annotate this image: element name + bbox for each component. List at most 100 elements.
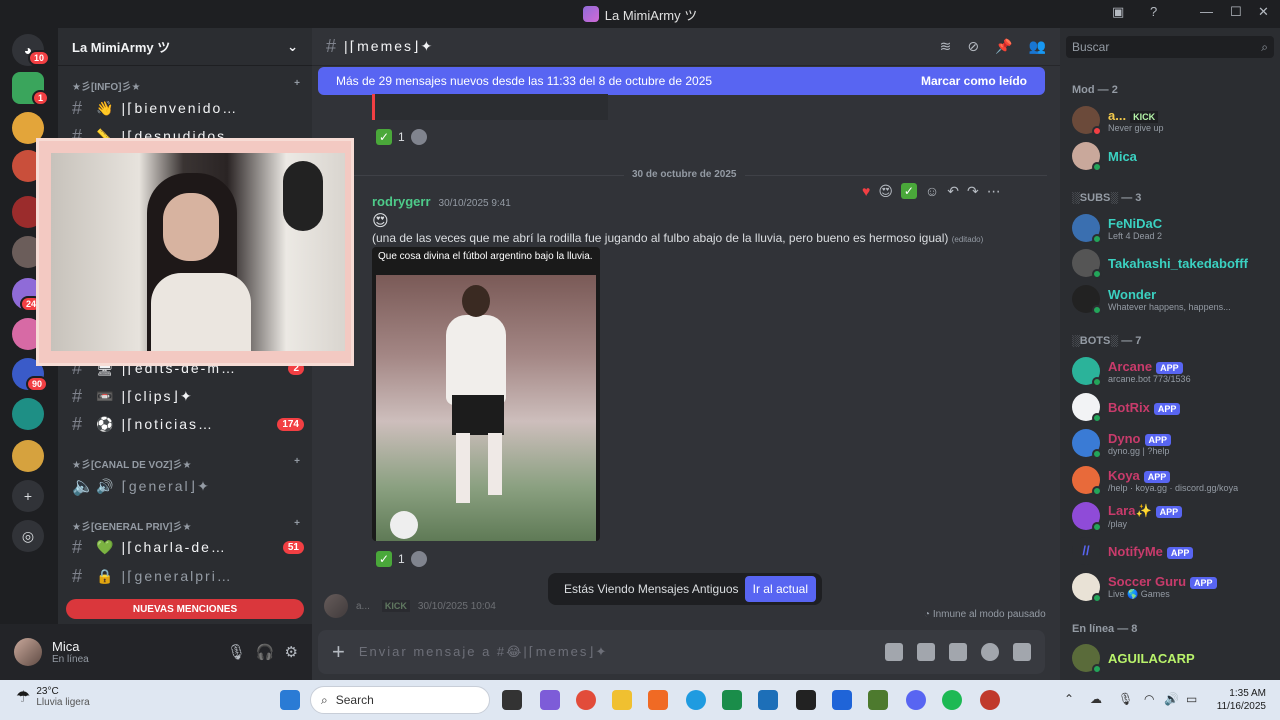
- category-priv[interactable]: ★彡[GENERAL PRIV]彡★ +: [72, 518, 300, 533]
- composer-input[interactable]: Enviar mensaje a #😂|⌈memes⌋✦: [359, 644, 609, 660]
- wifi-icon[interactable]: ◠: [1144, 692, 1154, 706]
- forward-icon[interactable]: ↷: [967, 183, 979, 200]
- search-input[interactable]: Buscar ⌕: [1066, 36, 1274, 58]
- reaction-check[interactable]: ✓ 1: [370, 126, 433, 148]
- member-item[interactable]: FeNiDaC Left 4 Dead 2: [1072, 212, 1276, 244]
- headphones-icon[interactable]: 🎧: [256, 643, 275, 661]
- unread-count: 174: [277, 417, 304, 431]
- minimize-button[interactable]: —: [1200, 4, 1213, 19]
- help-icon[interactable]: ?: [1150, 4, 1157, 19]
- message-author[interactable]: rodrygerr: [372, 194, 431, 209]
- clock[interactable]: 1:35 AM 11/16/2025: [1217, 687, 1266, 713]
- member-item[interactable]: AGUILACARP: [1072, 642, 1276, 674]
- task-view-icon[interactable]: [502, 690, 522, 710]
- member-item[interactable]: a... KICK Never give up: [1072, 104, 1276, 136]
- member-item[interactable]: Koya APP /help · koya.gg · discord.gg/koy…: [1072, 464, 1276, 496]
- reaction-check[interactable]: ✓ 1: [370, 548, 433, 570]
- microphone-icon[interactable]: 🎙: [1118, 692, 1133, 706]
- file-explorer-icon[interactable]: [612, 690, 632, 710]
- start-icon[interactable]: [280, 690, 300, 710]
- member-item[interactable]: Arcane APP arcane.bot 773/1536: [1072, 355, 1276, 387]
- inbox-icon[interactable]: ▣: [1112, 4, 1124, 20]
- member-item[interactable]: BotRix APP: [1072, 391, 1276, 423]
- battery-icon[interactable]: ▭: [1186, 692, 1197, 706]
- close-button[interactable]: ✕: [1258, 4, 1269, 20]
- emoji-reaction-button[interactable]: 😍: [878, 183, 893, 200]
- reply-icon[interactable]: ↶: [947, 183, 959, 200]
- channel-item[interactable]: # 💚 |⌈charla-de… 51: [72, 534, 304, 560]
- message-image[interactable]: Que cosa divina el fútbol argentino bajo…: [372, 247, 600, 541]
- gift-icon[interactable]: [885, 643, 903, 661]
- server-icon-9[interactable]: [12, 398, 44, 430]
- more-icon[interactable]: ⋯: [987, 183, 1001, 200]
- gif-icon[interactable]: [917, 643, 935, 661]
- member-item[interactable]: Lara✨ APP /play: [1072, 500, 1276, 532]
- volume-icon[interactable]: 🔊: [1164, 692, 1179, 706]
- member-item[interactable]: Mica: [1072, 140, 1276, 172]
- attach-plus-icon[interactable]: +: [332, 639, 345, 665]
- app-icon[interactable]: [722, 690, 742, 710]
- amazon-icon[interactable]: [796, 690, 816, 710]
- member-item[interactable]: Takahashi_takedabofff: [1072, 247, 1276, 279]
- server-icon-10[interactable]: [12, 440, 44, 472]
- maximize-button[interactable]: ☐: [1230, 4, 1242, 20]
- add-server-icon[interactable]: +: [12, 480, 44, 512]
- obs-icon[interactable]: [980, 690, 1000, 710]
- message-composer[interactable]: + Enviar mensaje a #😂|⌈memes⌋✦: [318, 630, 1045, 674]
- mark-read-button[interactable]: Marcar como leído: [921, 74, 1027, 88]
- discover-icon[interactable]: ◎: [12, 520, 44, 552]
- avatar: [1072, 106, 1102, 136]
- webcam-feed: [51, 153, 345, 351]
- title-bar: La MimiArmy ツ ▣ ? — ☐ ✕: [0, 0, 1280, 28]
- search-icon: ⌕: [1261, 40, 1268, 54]
- add-channel-icon[interactable]: +: [294, 518, 300, 533]
- pin-icon[interactable]: 📌: [995, 38, 1012, 55]
- apps-icon[interactable]: [1013, 643, 1031, 661]
- microphone-icon[interactable]: 🎙: [227, 643, 246, 661]
- hash-icon: #: [72, 536, 83, 557]
- channel-item[interactable]: # 📼 |⌈clips⌋✦: [72, 383, 304, 409]
- member-item[interactable]: Soccer Guru APP Live 🌎 Games: [1072, 571, 1276, 603]
- member-item[interactable]: Wonder Whatever happens, happens...: [1072, 283, 1276, 315]
- mute-icon[interactable]: ⊘: [967, 38, 979, 55]
- chrome-icon[interactable]: [576, 690, 596, 710]
- channel-item[interactable]: # ⚽ |⌈noticias… 174: [72, 411, 304, 437]
- voice-channel[interactable]: 🔈 🔊 ⌈general⌋✦: [72, 473, 304, 499]
- channel-item[interactable]: # 🔒 |⌈generalpri…: [72, 563, 304, 589]
- edge-icon[interactable]: [686, 690, 706, 710]
- server-header[interactable]: La MimiArmy ツ ⌄: [58, 28, 312, 66]
- member-item[interactable]: Dyno APP dyno.gg | ?help: [1072, 427, 1276, 459]
- spotify-icon[interactable]: [942, 690, 962, 710]
- add-reaction-icon[interactable]: [410, 551, 427, 567]
- sticker-icon[interactable]: [949, 643, 967, 661]
- emoji-icon[interactable]: [981, 643, 999, 661]
- store-icon[interactable]: [758, 690, 778, 710]
- category-voice[interactable]: ★彡[CANAL DE VOZ]彡★ +: [72, 456, 300, 471]
- new-mentions-button[interactable]: NUEVAS MENCIONES: [66, 599, 304, 619]
- gear-icon[interactable]: ⚙: [285, 643, 298, 661]
- member-list-icon[interactable]: 👥: [1029, 38, 1046, 55]
- copilot-icon[interactable]: [540, 690, 560, 710]
- heart-reaction-button[interactable]: ♥: [862, 183, 870, 199]
- add-channel-icon[interactable]: +: [294, 456, 300, 471]
- check-reaction-button[interactable]: ✓: [900, 183, 917, 199]
- add-channel-icon[interactable]: +: [294, 78, 300, 93]
- add-reaction-icon[interactable]: ☺: [925, 183, 939, 199]
- brave-icon[interactable]: [648, 690, 668, 710]
- weather-widget[interactable]: ☂ 23°C Lluvia ligera: [16, 686, 90, 708]
- member-item[interactable]: // NotifyMe APP: [1072, 535, 1276, 567]
- threads-icon[interactable]: ≋: [940, 38, 952, 55]
- avatar[interactable]: [14, 638, 42, 666]
- tray-chevron-icon[interactable]: ⌃: [1064, 692, 1074, 706]
- channel-item[interactable]: # 👋 |⌈bienvenido…: [72, 95, 304, 121]
- cloud-icon[interactable]: ☁: [1090, 692, 1102, 706]
- new-messages-bar[interactable]: Más de 29 mensajes nuevos desde las 11:3…: [318, 67, 1045, 95]
- discord-icon[interactable]: [906, 690, 926, 710]
- dropbox-icon[interactable]: [832, 690, 852, 710]
- taskbar-search[interactable]: ⌕ Search: [310, 686, 490, 714]
- category-info[interactable]: ★彡[INFO]彡★ +: [72, 78, 300, 93]
- add-reaction-icon[interactable]: [410, 129, 427, 145]
- minecraft-icon[interactable]: [868, 690, 888, 710]
- jump-present-button[interactable]: Ir al actual: [744, 576, 816, 602]
- avatar[interactable]: [324, 594, 348, 618]
